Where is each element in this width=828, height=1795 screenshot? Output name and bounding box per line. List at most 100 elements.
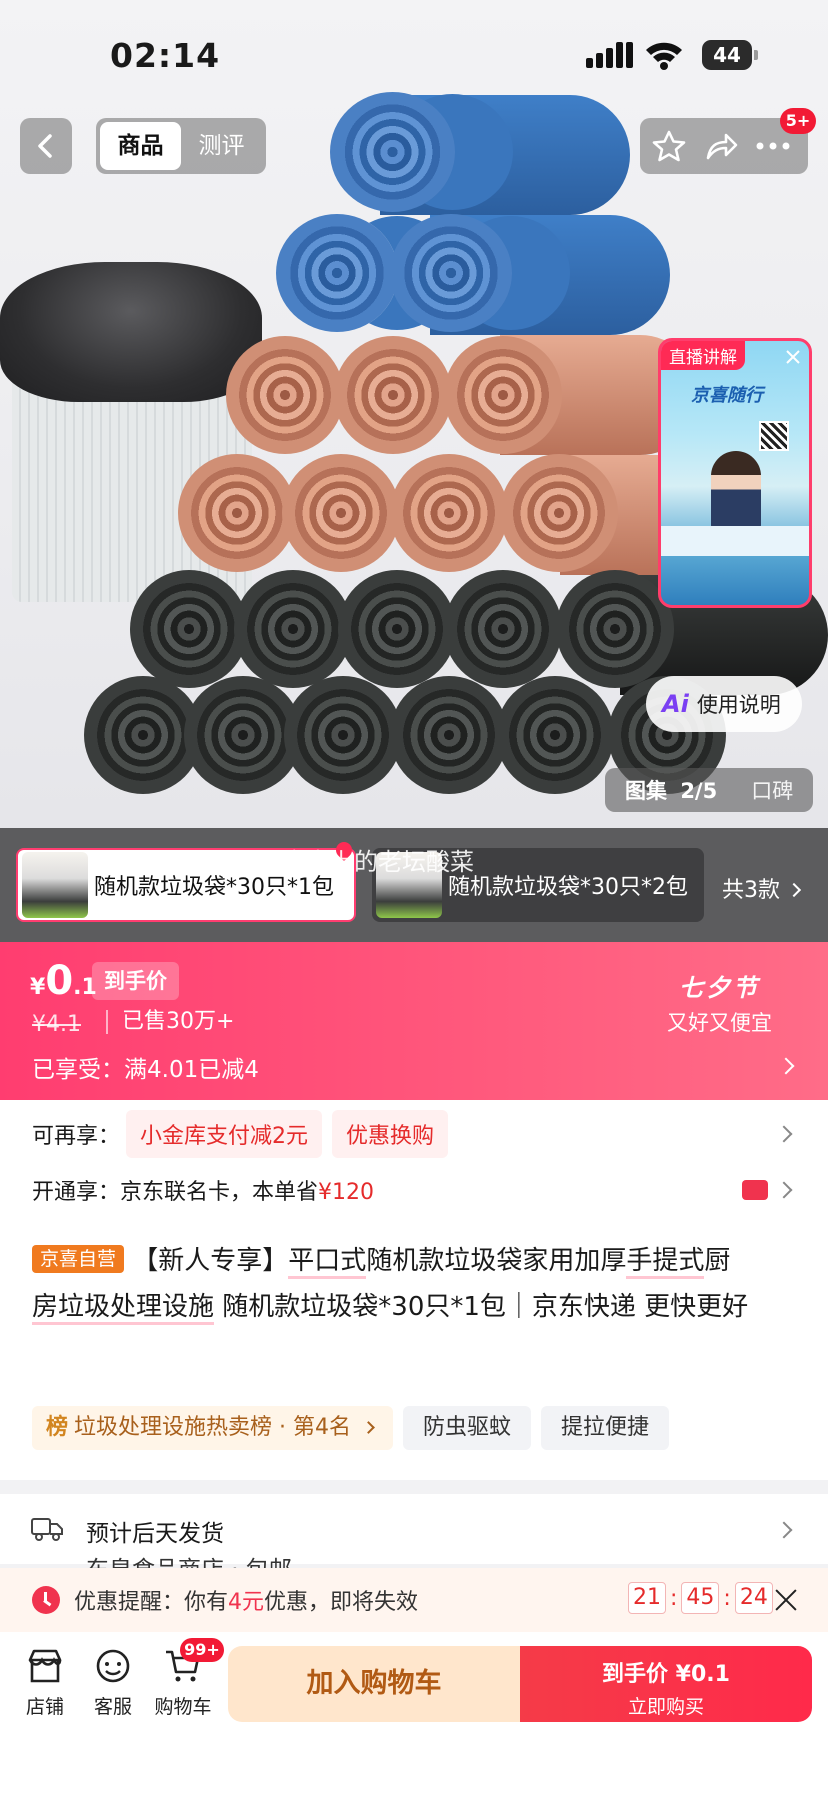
clock-icon [32, 1586, 60, 1614]
roll [444, 570, 562, 688]
discount-applied: 已享受：满4.01已减4 [32, 1057, 259, 1083]
chat-icon [96, 1649, 130, 1683]
rank-label: 垃圾处理设施热卖榜 · 第4名 [74, 1415, 351, 1440]
ai-icon: Ai [662, 690, 689, 718]
gallery-tab[interactable]: 图集 2/5 [625, 775, 717, 805]
original-price: ¥4.1 [32, 1012, 97, 1037]
product-info: 可再享： 小金库支付减2元 优惠换购 开通享：京东联名卡，本单省¥120 京喜自… [0, 1100, 828, 1480]
reminder-text: 优惠提醒：你有4元优惠，即将失效 [74, 1584, 418, 1616]
star-icon[interactable] [652, 130, 686, 162]
price-value: ¥0.1 [30, 958, 97, 1004]
reminder-amount: 4元 [228, 1590, 265, 1615]
rank-icon: 榜 [46, 1415, 69, 1440]
roll [390, 676, 508, 794]
live-tag: 直播讲解 [661, 341, 745, 370]
title-prefix: 【新人专享】 [132, 1246, 289, 1276]
roll [276, 214, 398, 332]
title-part: 厨 [704, 1246, 731, 1276]
ai-instructions-button[interactable]: Ai 使用说明 [646, 676, 802, 732]
variants-total-label: 共3款 [722, 878, 780, 903]
membership-row[interactable]: 开通享：京东联名卡，本单省¥120 [32, 1174, 374, 1206]
membership-text: 开通享：京东联名卡，本单省 [32, 1180, 319, 1205]
extra-offers-row[interactable]: 可再享： 小金库支付减2元 优惠换购 [32, 1110, 458, 1158]
cart-label: 购物车 [154, 1696, 212, 1718]
variants-total[interactable]: 共3款 [722, 872, 802, 904]
title-keyword[interactable]: 平口式 [288, 1246, 367, 1279]
feature-tag[interactable]: 防虫驱蚊 [403, 1406, 532, 1450]
roll [284, 676, 402, 794]
qr-code [759, 421, 789, 451]
store-icon [28, 1649, 62, 1683]
chevron-right-icon [775, 1181, 793, 1199]
title-keyword[interactable]: 房垃圾处理设施 [32, 1292, 215, 1325]
reviews-tab[interactable]: 口碑 [751, 775, 793, 805]
roll [330, 92, 455, 212]
close-icon[interactable] [774, 1588, 798, 1612]
host-figure [711, 451, 761, 531]
extra-offers-label: 可再享： [32, 1124, 121, 1149]
offer-pill[interactable]: 小金库支付减2元 [126, 1110, 323, 1158]
ai-instructions-label: 使用说明 [696, 693, 781, 717]
tab-product[interactable]: 商品 [100, 122, 181, 170]
cart-button[interactable]: 购物车 99+ [148, 1638, 224, 1719]
buy-now-button[interactable]: 到手价 ¥0.1 立即购买 [520, 1646, 812, 1722]
product-tags: 榜垃圾处理设施热卖榜 · 第4名 防虫驱蚊 提拉便捷 [32, 1406, 670, 1450]
store-button[interactable]: 店铺 [10, 1646, 80, 1719]
festival-title: 七夕节 [679, 974, 760, 1002]
title-part: 随机款垃圾袋家用加厚 [366, 1246, 627, 1276]
chevron-right-icon [777, 1057, 795, 1075]
chevron-right-icon [775, 1521, 793, 1539]
sold-count: 已售30万+ [106, 1010, 234, 1034]
live-banner: 京喜随行 [691, 385, 763, 406]
seller-tag: 京喜自营 [32, 1245, 125, 1273]
customer-service-button[interactable]: 客服 [78, 1646, 148, 1719]
product-title: 京喜自营 【新人专享】平口式随机款垃圾袋家用加厚手提式厨 房垃圾处理设施 随机款垃… [32, 1238, 800, 1330]
festival-subtitle: 又好又便宜 [667, 1011, 772, 1035]
variant-label: 随机款垃圾袋*30只*2包 [448, 875, 688, 900]
product-page: 02:14 44 商品 测评 5+ 直播讲解 京喜随行 Ai 使用说明 图集 2… [0, 0, 828, 1795]
price-integer: 0 [45, 958, 74, 1004]
roll [500, 454, 618, 572]
roll [226, 336, 344, 454]
live-comment-overlay: 脚尖上的老坛酸菜 [282, 848, 474, 876]
countdown-timer: 21:45:24 [628, 1582, 773, 1614]
feature-tag[interactable]: 提拉便捷 [541, 1406, 670, 1450]
card-icon [742, 1180, 768, 1200]
live-stream-window[interactable]: 直播讲解 京喜随行 [658, 338, 812, 608]
close-icon[interactable] [785, 349, 801, 365]
roll [444, 336, 562, 454]
share-icon[interactable] [704, 130, 738, 162]
ranking-tag[interactable]: 榜垃圾处理设施热卖榜 · 第4名 [32, 1406, 393, 1450]
chevron-left-icon [38, 134, 52, 158]
roll [556, 570, 674, 688]
add-to-cart-button[interactable]: 加入购物车 [228, 1646, 520, 1722]
membership-amount: ¥120 [318, 1180, 375, 1205]
price-banner[interactable]: ¥0.1 到手价 ¥4.1 已售30万+ 已享受：满4.01已减4 七夕节 又好… [0, 942, 828, 1100]
offer-pill[interactable]: 优惠换购 [332, 1110, 449, 1158]
header-actions: 5+ [640, 108, 816, 174]
final-price-tag: 到手价 [92, 962, 179, 1000]
signal-icon [586, 42, 633, 68]
gallery-counter: 2/5 [680, 779, 718, 803]
buy-now-label: 立即购买 [627, 1696, 704, 1718]
festival-badge: 七夕节 又好又便宜 [667, 968, 772, 1037]
roll [282, 454, 400, 572]
product-image[interactable]: 02:14 44 商品 测评 5+ 直播讲解 京喜随行 Ai 使用说明 图集 2… [0, 0, 828, 828]
coupon-reminder[interactable]: 优惠提醒：你有4元优惠，即将失效 21:45:24 [0, 1568, 828, 1632]
title-keyword[interactable]: 手提式 [626, 1246, 705, 1279]
roll [496, 676, 614, 794]
more-icon[interactable] [756, 142, 790, 150]
roll [130, 570, 248, 688]
countdown-seconds: 24 [734, 1582, 773, 1614]
roll [234, 570, 352, 688]
status-bar: 02:14 44 [0, 0, 828, 100]
countdown-minutes: 45 [681, 1582, 720, 1614]
battery-indicator: 44 [702, 40, 758, 70]
roll [390, 454, 508, 572]
truck-icon [31, 1518, 63, 1541]
bottom-action-bar: 店铺 客服 购物车 99+ 加入购物车 到手价 ¥0.1 立即购买 [0, 1632, 828, 1795]
buy-price-label: 到手价 ¥0.1 [602, 1662, 730, 1687]
back-button[interactable] [20, 118, 72, 174]
tab-review[interactable]: 测评 [181, 122, 262, 170]
roll [338, 570, 456, 688]
